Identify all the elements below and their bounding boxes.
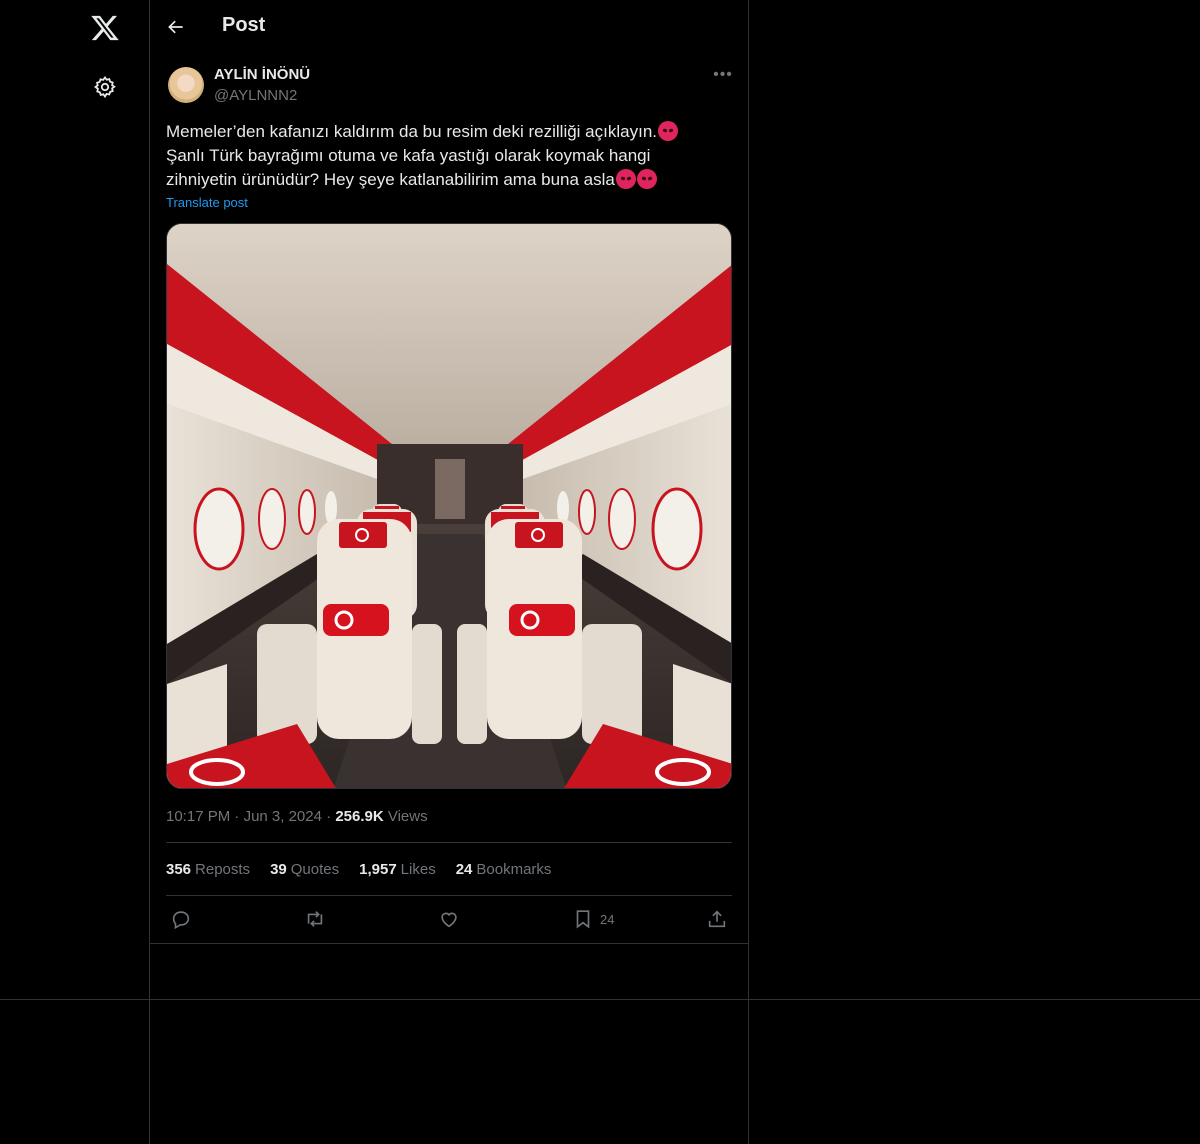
more-options-icon[interactable]: ••• (712, 66, 734, 84)
left-divider (149, 0, 150, 1144)
share-button[interactable] (706, 907, 728, 931)
reply-icon (172, 911, 190, 930)
bookmarks-stat[interactable]: 24 Bookmarks (456, 861, 552, 878)
author-display-name[interactable]: AYLİN İNÖNÜ (214, 66, 310, 83)
angry-face-emoji-icon (615, 169, 636, 189)
quotes-stat[interactable]: 39 Quotes (270, 861, 339, 878)
heart-icon (441, 912, 457, 928)
quotes-count: 39 (270, 861, 287, 878)
post-text-line-1: Memeler’den kafanızı kaldırım da bu resi… (166, 122, 657, 141)
reposts-stat[interactable]: 356 Reposts (166, 861, 250, 878)
likes-count: 1,957 (359, 861, 397, 878)
right-divider (748, 0, 749, 1144)
post-bottom-divider (150, 943, 748, 944)
repost-icon (307, 911, 323, 927)
post-text-line-2: Şanlı Türk bayrağımı otuma ve kafa yastı… (166, 146, 651, 165)
post-stats: 356 Reposts 39 Quotes 1,957 Likes 24 Bookmar… (166, 861, 551, 878)
stats-divider (166, 895, 732, 896)
translate-post-link[interactable]: Translate post (166, 195, 248, 210)
bookmarks-label: Bookmarks (476, 861, 552, 878)
share-icon (708, 910, 726, 928)
post-date[interactable]: Jun 3, 2024 (244, 808, 322, 825)
reply-button[interactable] (170, 907, 192, 931)
bookmarks-count: 24 (455, 861, 473, 878)
post-time[interactable]: 10:17 PM (166, 808, 230, 825)
action-bar: 24 (166, 907, 732, 931)
meta-divider (166, 842, 732, 843)
x-logo-icon[interactable] (90, 13, 120, 43)
meta-separator: · (234, 808, 240, 825)
post-meta: 10:17 PM · Jun 3, 2024 · 256.9K Views (166, 808, 428, 825)
reposts-count: 356 (166, 861, 192, 878)
quotes-label: Quotes (290, 861, 340, 878)
angry-face-emoji-icon (636, 169, 657, 189)
post-image[interactable] (166, 223, 732, 789)
views-count: 256.9K (335, 808, 384, 825)
bookmark-button[interactable]: 24 (572, 907, 614, 931)
avatar[interactable] (168, 67, 204, 103)
page-divider (0, 999, 1200, 1000)
angry-face-emoji-icon (658, 121, 678, 141)
meta-separator: · (326, 808, 332, 825)
gear-icon[interactable] (93, 75, 117, 99)
author-handle[interactable]: @AYLNNN2 (214, 87, 297, 104)
bookmark-icon (576, 910, 590, 929)
bookmark-count: 24 (600, 911, 615, 927)
likes-label: Likes (400, 861, 436, 878)
post-text-line-3: zihniyetin ürünüdür? Hey şeye katlanabil… (166, 170, 615, 189)
likes-stat[interactable]: 1,957 Likes (359, 861, 436, 878)
reposts-label: Reposts (195, 861, 251, 878)
like-button[interactable] (438, 907, 460, 931)
post-text: Memeler’den kafanızı kaldırım da bu resi… (166, 120, 732, 192)
page-title: Post (222, 14, 266, 36)
back-arrow-icon[interactable] (164, 15, 188, 39)
views-label: Views (387, 808, 428, 825)
repost-button[interactable] (304, 907, 326, 931)
